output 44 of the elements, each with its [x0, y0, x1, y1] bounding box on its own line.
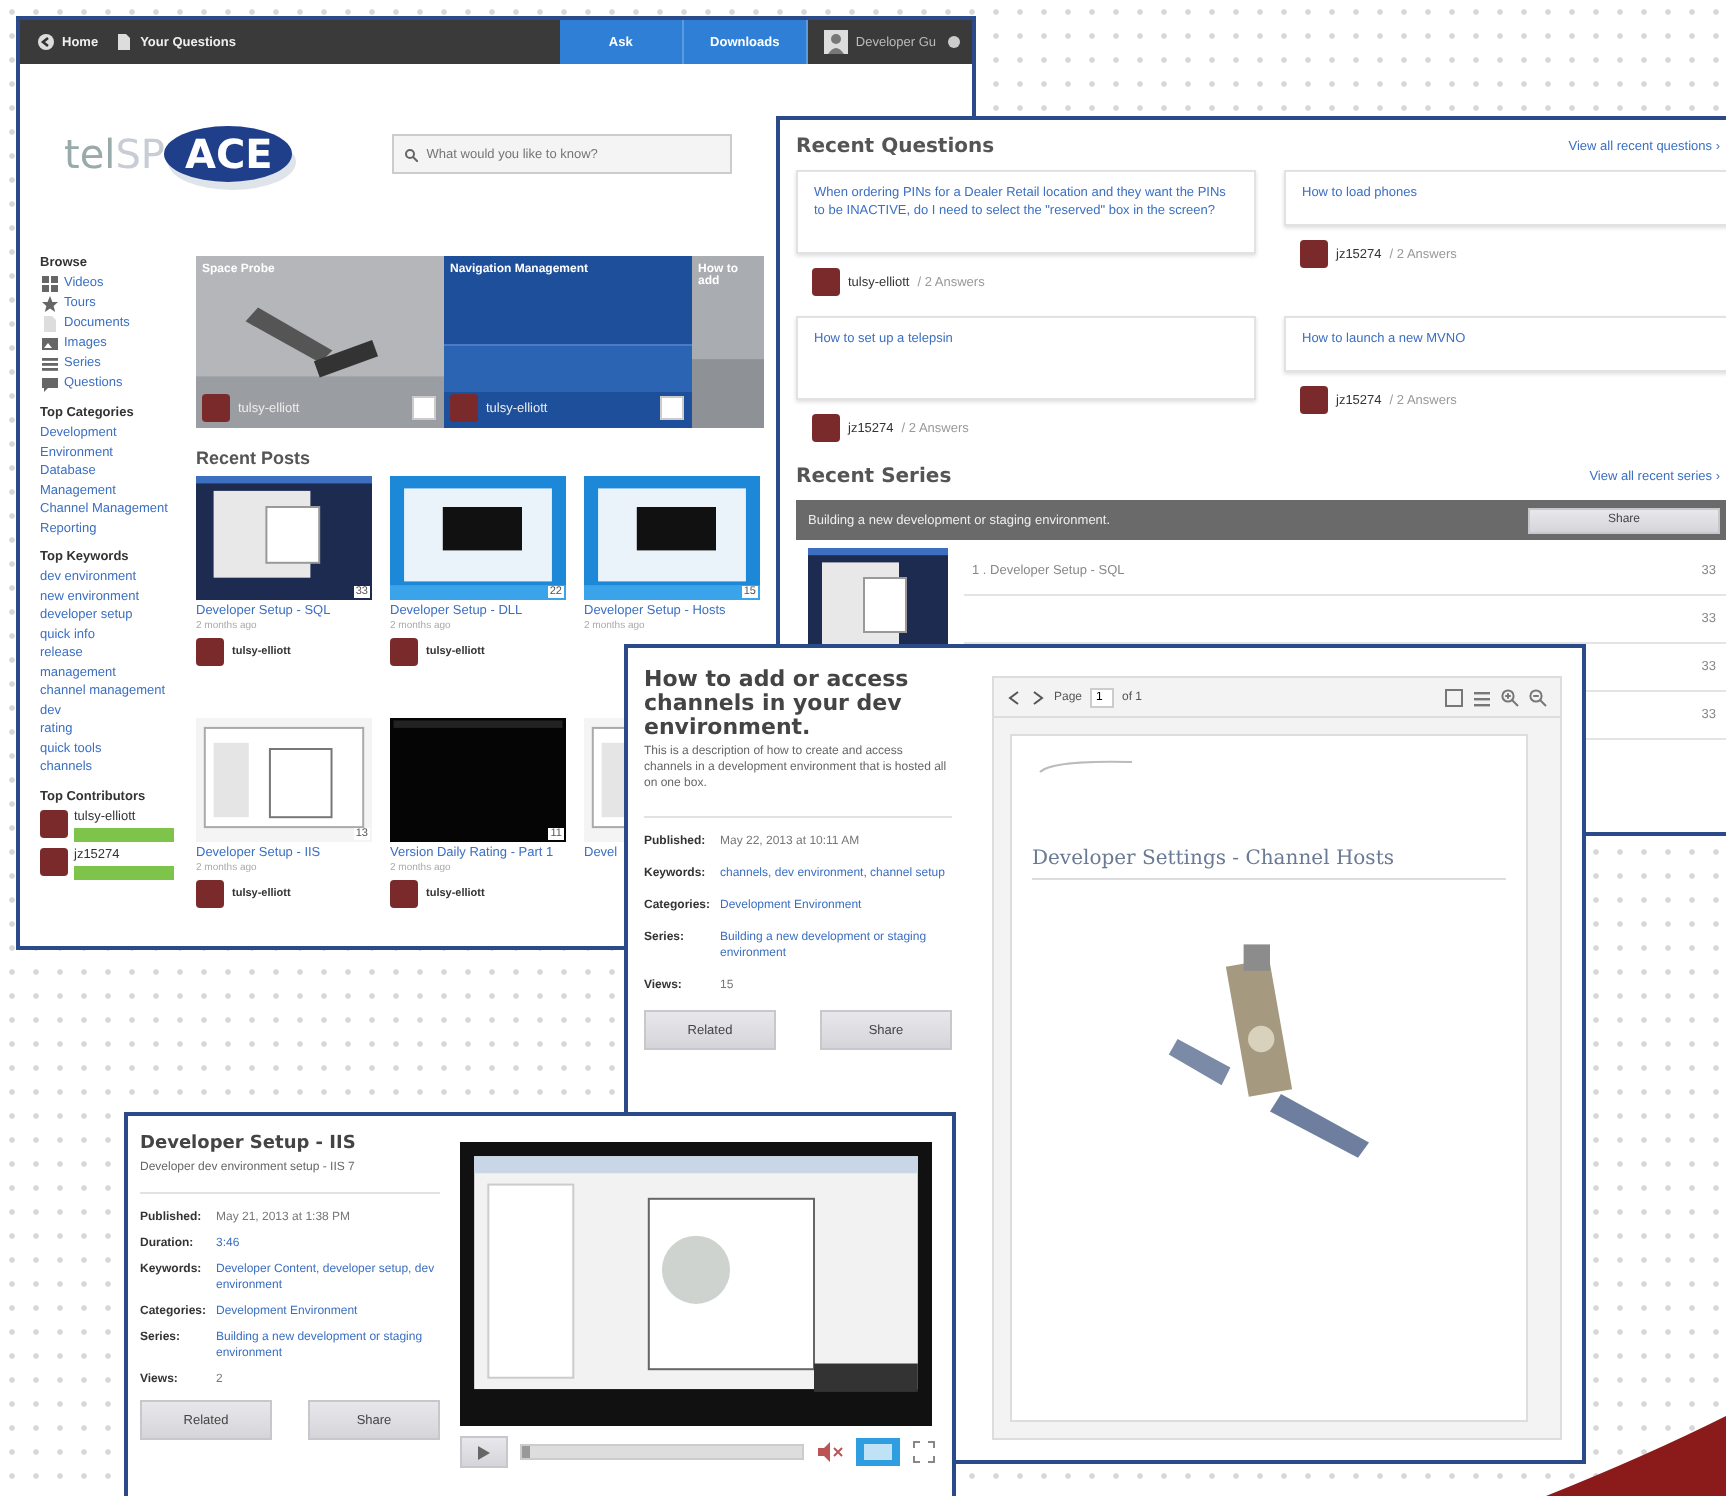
list-icon[interactable] — [1472, 687, 1492, 707]
avatar-icon — [202, 394, 230, 422]
avatar-icon — [812, 268, 840, 296]
rank-badge — [74, 827, 174, 841]
avatar-icon — [196, 638, 224, 666]
fit-page-icon[interactable] — [1444, 687, 1464, 707]
mute-icon[interactable] — [816, 1442, 844, 1462]
star-icon — [40, 294, 60, 314]
section-heading: Recent Questions — [796, 136, 995, 158]
section-heading: Recent Posts — [196, 448, 313, 468]
image-icon — [40, 334, 60, 354]
avatar-icon — [390, 880, 418, 908]
avatar-icon — [1300, 240, 1328, 268]
logo-text: ACE — [164, 126, 293, 182]
speech-bubble-icon — [40, 374, 60, 394]
back-icon — [36, 32, 56, 52]
layout-icon[interactable] — [856, 1438, 900, 1466]
avatar-icon — [812, 414, 840, 442]
document-title: How to add or access channels in your dev environment. — [644, 668, 911, 740]
next-icon[interactable] — [1030, 689, 1046, 705]
user-icon — [823, 30, 848, 54]
zoom-in-icon[interactable] — [1500, 687, 1520, 707]
avatar-icon — [40, 847, 68, 875]
play-button[interactable] — [460, 1436, 508, 1468]
document-icon — [40, 314, 60, 334]
avatar-icon — [196, 880, 224, 908]
avatar-icon — [450, 394, 478, 422]
search-icon — [404, 148, 419, 162]
document-icon — [114, 32, 135, 52]
grid-icon — [40, 274, 60, 294]
document-heading: Developer Settings - Channel Hosts — [1032, 848, 1506, 880]
seek-bar[interactable] — [520, 1444, 804, 1460]
rank-badge — [74, 865, 174, 879]
fullscreen-icon[interactable] — [912, 1440, 936, 1464]
section-heading: Recent Series — [796, 466, 952, 488]
list-icon — [40, 354, 60, 374]
avatar-icon — [390, 638, 418, 666]
previous-icon[interactable] — [1006, 689, 1022, 705]
avatar-icon — [1300, 386, 1328, 414]
logo-text: tel — [64, 130, 116, 178]
play-icon — [478, 1445, 490, 1459]
avatar-icon — [40, 809, 68, 837]
zoom-out-icon[interactable] — [1528, 687, 1548, 707]
document-title: Developer Setup - IIS — [140, 1132, 358, 1156]
